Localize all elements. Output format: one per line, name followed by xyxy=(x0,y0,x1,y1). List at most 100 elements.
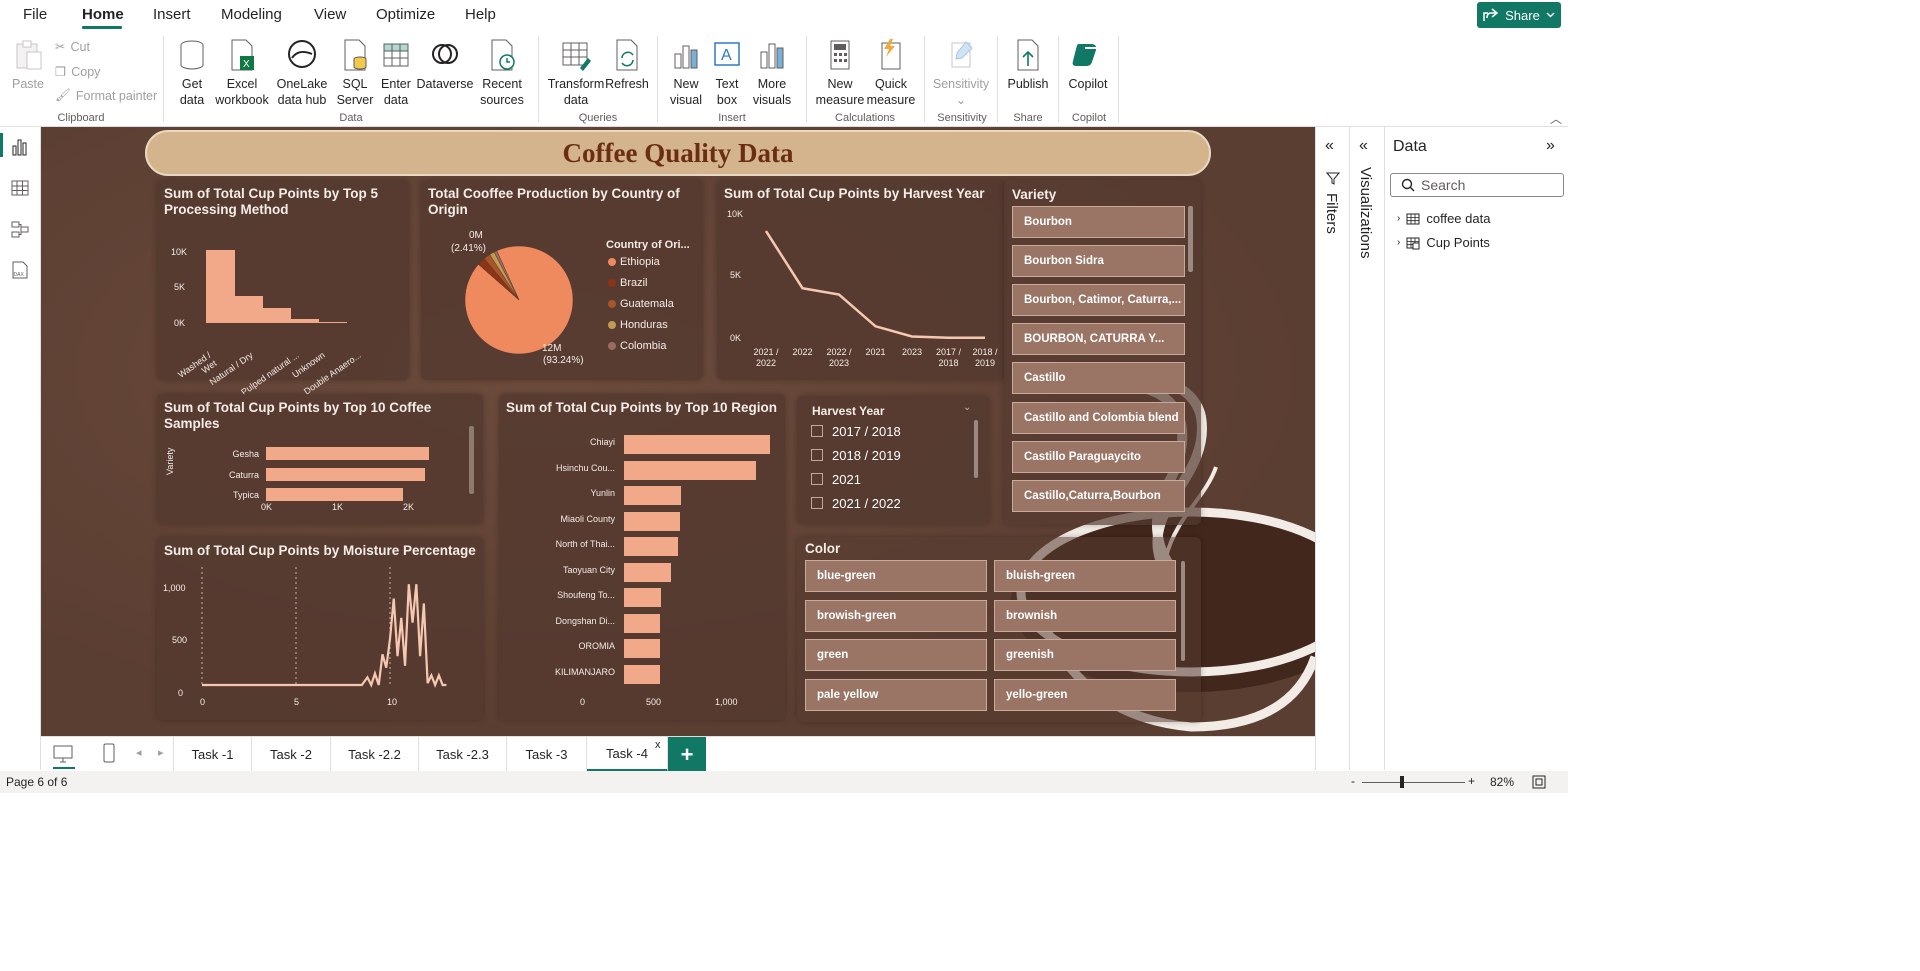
checkbox[interactable] xyxy=(811,449,823,461)
page-tab[interactable]: Task -3 xyxy=(507,737,587,772)
mobile-layout-icon[interactable] xyxy=(103,743,115,763)
bar[interactable] xyxy=(624,562,672,582)
bar[interactable] xyxy=(624,435,770,454)
sensitivity-button[interactable]: Sensitivity ⌄ xyxy=(932,38,990,108)
page-tab[interactable]: Task -2.3 xyxy=(419,737,507,772)
bar[interactable] xyxy=(266,467,426,481)
table-view-icon[interactable] xyxy=(10,178,30,198)
new-measure-button[interactable]: New measure xyxy=(815,38,865,108)
bar[interactable] xyxy=(624,588,662,607)
bar[interactable] xyxy=(266,488,404,501)
variety-option[interactable]: Castillo and Colombia blend xyxy=(1012,401,1185,434)
collapse-right-icon[interactable]: » xyxy=(1546,137,1555,155)
zoom-in-button[interactable]: + xyxy=(1468,774,1475,788)
production-pie-chart[interactable]: Total Cooffee Production by Country of O… xyxy=(421,180,703,380)
close-page-icon[interactable]: x xyxy=(655,739,661,751)
bar[interactable] xyxy=(290,318,319,323)
sql-server-button[interactable]: SQL Server xyxy=(337,38,373,108)
variety-option[interactable]: Bourbon xyxy=(1012,206,1185,238)
checkbox[interactable] xyxy=(811,497,823,509)
line-series[interactable] xyxy=(764,230,985,339)
bar[interactable] xyxy=(624,664,660,684)
share-button[interactable]: Share xyxy=(1477,2,1561,28)
legend-item[interactable]: Honduras xyxy=(608,319,668,331)
menu-view[interactable]: View xyxy=(314,6,346,23)
color-option[interactable]: greenish xyxy=(994,639,1176,671)
variety-option[interactable]: BOURBON, CATURRA Y... xyxy=(1012,323,1185,356)
chevron-right-icon[interactable]: › xyxy=(1397,213,1400,224)
add-page-button[interactable]: + xyxy=(668,737,706,772)
variety-option[interactable]: Bourbon Sidra xyxy=(1012,245,1185,278)
menu-help[interactable]: Help xyxy=(465,6,496,23)
harvest-scrollbar[interactable] xyxy=(974,420,978,478)
onelake-button[interactable]: OneLake data hub xyxy=(274,38,330,108)
samples-scrollbar[interactable] xyxy=(469,426,474,494)
table-coffee-data[interactable]: › coffee data xyxy=(1397,211,1490,226)
coffee-samples-chart[interactable]: Sum of Total Cup Points by Top 10 Coffee… xyxy=(157,394,483,524)
new-visual-button[interactable]: New visual xyxy=(667,38,705,108)
more-visuals-button[interactable]: More visuals xyxy=(748,38,796,108)
checkbox[interactable] xyxy=(811,473,823,485)
get-data-button[interactable]: Get data xyxy=(172,38,212,108)
text-box-button[interactable]: A Text box xyxy=(708,38,746,108)
color-scrollbar[interactable] xyxy=(1181,561,1185,661)
collapse-ribbon-icon[interactable]: ︿ xyxy=(1550,110,1562,127)
page-tab[interactable]: Task -1 xyxy=(173,737,252,772)
bar[interactable] xyxy=(318,321,347,324)
variety-slicer[interactable]: Variety Bourbon Bourbon Sidra Bourbon, Cat… xyxy=(1004,180,1201,525)
variety-option[interactable]: Castillo,Caturra,Bourbon xyxy=(1012,479,1185,512)
desktop-layout-icon[interactable] xyxy=(53,745,73,763)
bar[interactable] xyxy=(624,460,756,480)
menu-modeling[interactable]: Modeling xyxy=(221,6,282,23)
color-option[interactable]: pale yellow xyxy=(805,678,987,711)
line-series[interactable] xyxy=(202,584,447,689)
harvest-year-chart[interactable]: Sum of Total Cup Points by Harvest Year … xyxy=(717,180,1005,380)
color-option[interactable]: yello-green xyxy=(994,678,1176,711)
visualizations-pane-collapsed[interactable]: « Visualizations xyxy=(1349,127,1384,770)
harvest-year-slicer[interactable]: Harvest Year ⌄ 2017 / 2018 2018 / 2019 202… xyxy=(797,396,991,524)
legend-item[interactable]: Colombia xyxy=(608,340,666,352)
color-option[interactable]: brownish xyxy=(994,599,1176,632)
copilot-button[interactable]: Copilot xyxy=(1064,38,1112,92)
bar[interactable] xyxy=(262,308,291,323)
color-option[interactable]: green xyxy=(805,639,987,671)
legend-item[interactable]: Guatemala xyxy=(608,298,674,310)
copy-button[interactable]: ❐ Copy xyxy=(55,64,100,80)
format-painter-button[interactable]: 🖌 Format painter xyxy=(55,88,157,103)
refresh-button[interactable]: Refresh xyxy=(605,38,649,92)
zoom-slider-thumb[interactable] xyxy=(1400,776,1404,788)
transform-data-button[interactable]: Transform data xyxy=(547,38,605,108)
menu-file[interactable]: File xyxy=(23,6,47,23)
expand-left-icon[interactable]: « xyxy=(1359,137,1368,155)
harvest-year-option[interactable]: 2021 / 2022 xyxy=(811,493,991,513)
processing-method-chart[interactable]: Sum of Total Cup Points by Top 5 Process… xyxy=(157,180,409,397)
bar[interactable] xyxy=(266,447,430,460)
zoom-level[interactable]: 82% xyxy=(1490,775,1514,789)
zoom-slider-track[interactable] xyxy=(1362,782,1465,783)
variety-scrollbar[interactable] xyxy=(1188,206,1193,272)
legend-item[interactable]: Brazil xyxy=(608,277,648,289)
menu-insert[interactable]: Insert xyxy=(153,6,191,23)
menu-home[interactable]: Home xyxy=(82,6,124,23)
bar[interactable] xyxy=(206,250,235,323)
page-tab[interactable]: Task -2.2 xyxy=(331,737,419,772)
color-slicer[interactable]: Color blue-green bluish-green browish-gree… xyxy=(797,537,1201,722)
enter-data-button[interactable]: Enter data xyxy=(378,38,414,108)
checkbox[interactable] xyxy=(811,425,823,437)
bar[interactable] xyxy=(234,296,263,323)
report-view-icon[interactable] xyxy=(10,137,30,157)
fit-to-page-icon[interactable] xyxy=(1532,775,1546,789)
paste-button[interactable]: Paste xyxy=(12,38,44,92)
publish-button[interactable]: Publish xyxy=(1006,38,1050,92)
excel-workbook-button[interactable]: X Excel workbook xyxy=(214,38,270,108)
menu-optimize[interactable]: Optimize xyxy=(376,6,435,23)
color-option[interactable]: blue-green xyxy=(805,560,987,592)
chevron-right-icon[interactable]: › xyxy=(1397,237,1400,248)
chevron-right-icon[interactable]: ▸ xyxy=(158,746,164,759)
recent-sources-button[interactable]: Recent sources xyxy=(474,38,530,108)
harvest-year-option[interactable]: 2018 / 2019 xyxy=(811,445,991,465)
dax-query-view-icon[interactable]: DAX xyxy=(10,260,30,280)
moisture-chart[interactable]: Sum of Total Cup Points by Moisture Perc… xyxy=(157,537,483,720)
variety-option[interactable]: Bourbon, Catimor, Caturra,... xyxy=(1012,284,1185,317)
bar[interactable] xyxy=(624,537,679,556)
